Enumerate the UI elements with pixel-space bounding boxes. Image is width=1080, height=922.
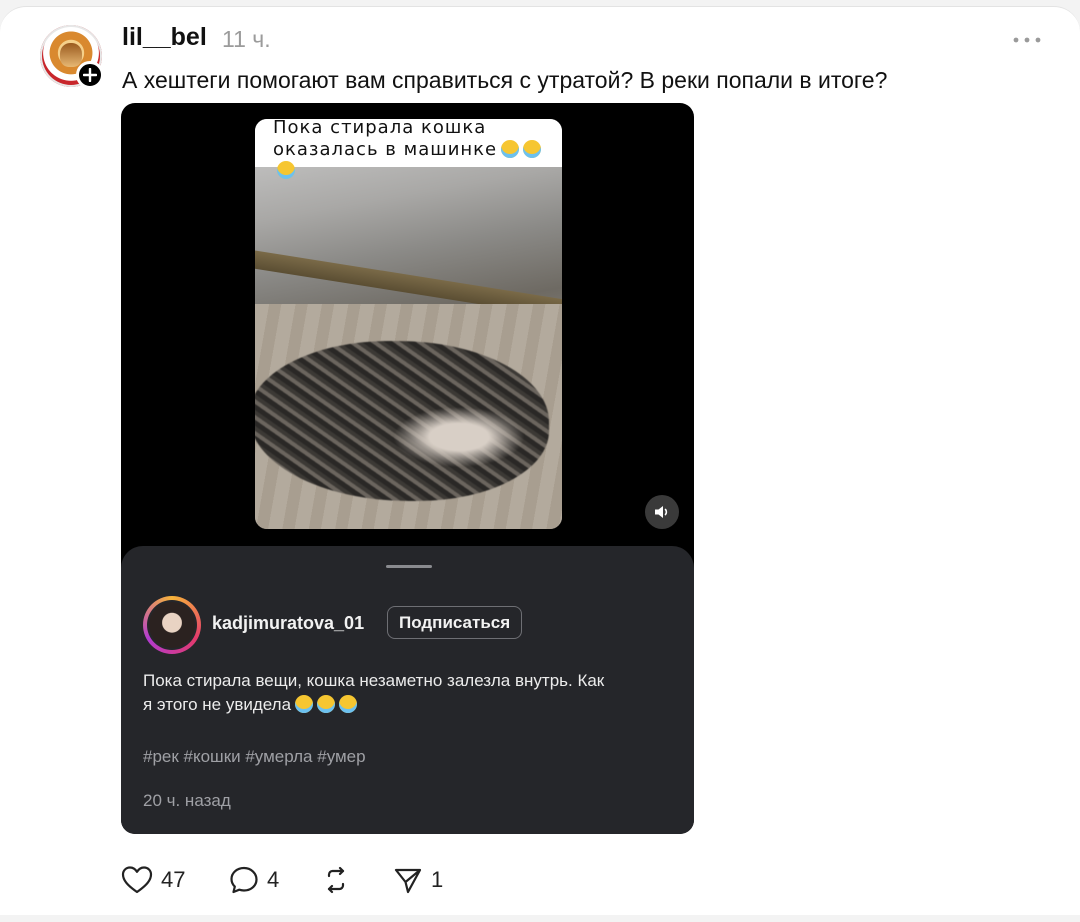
- post-card: lil__bel 11 ч. А хештеги помогают вам сп…: [0, 6, 1080, 915]
- post-media-screenshot[interactable]: Пока стирала кошка оказалась в машинке k…: [121, 103, 694, 834]
- post-time: 11 ч.: [222, 26, 271, 52]
- send-icon: [394, 868, 422, 894]
- comment-bubble-icon: [230, 866, 258, 894]
- post-text: А хештеги помогают вам справиться с утра…: [122, 67, 888, 93]
- video-cat-image: [255, 341, 549, 501]
- follow-plus-button[interactable]: [76, 61, 104, 89]
- plus-icon: [83, 68, 97, 82]
- dog-logo-icon: [60, 43, 82, 67]
- heart-icon: [121, 866, 153, 894]
- crying-emoji-icon: [501, 140, 520, 158]
- sheet-grabber[interactable]: [386, 565, 432, 568]
- video-caption-box: Пока стирала кошка оказалась в машинке: [255, 119, 562, 179]
- author-username[interactable]: lil__bel: [122, 23, 207, 52]
- embedded-post-sheet: kadjimuratova_01 Подписаться Пока стирал…: [121, 546, 694, 834]
- like-button[interactable]: 47: [121, 865, 185, 895]
- repost-button[interactable]: [321, 865, 359, 895]
- comment-button[interactable]: 4: [229, 865, 279, 895]
- embed-post-text: Пока стирала вещи, кошка незаметно залез…: [143, 671, 605, 714]
- more-horizontal-icon[interactable]: [1012, 35, 1042, 45]
- subscribe-button[interactable]: Подписаться: [387, 606, 523, 639]
- video-caption-line2: оказалась в машинке: [273, 139, 562, 181]
- share-button[interactable]: 1: [393, 865, 443, 895]
- embed-time-ago: 20 ч. назад: [143, 791, 231, 810]
- crying-emoji-icon: [339, 695, 358, 713]
- crying-emoji-icon: [277, 161, 295, 179]
- crying-emoji-icon: [295, 695, 314, 713]
- comments-count: 4: [267, 867, 280, 892]
- repost-icon: [327, 866, 345, 894]
- embed-author-username[interactable]: kadjimuratova_01: [212, 613, 364, 634]
- likes-count: 47: [161, 867, 186, 892]
- video-caption-line1: Пока стирала кошка: [273, 119, 487, 138]
- video-frame[interactable]: Пока стирала кошка оказалась в машинке: [255, 119, 562, 529]
- embed-author-avatar[interactable]: [143, 596, 201, 654]
- sound-toggle-button[interactable]: [645, 495, 679, 529]
- avatar-photo: [149, 602, 195, 648]
- shares-count: 1: [431, 867, 444, 892]
- speaker-icon: [655, 506, 668, 518]
- crying-emoji-icon: [523, 140, 542, 158]
- embed-hashtags[interactable]: #рек #кошки #умерла #умер: [143, 747, 366, 767]
- crying-emoji-icon: [317, 695, 336, 713]
